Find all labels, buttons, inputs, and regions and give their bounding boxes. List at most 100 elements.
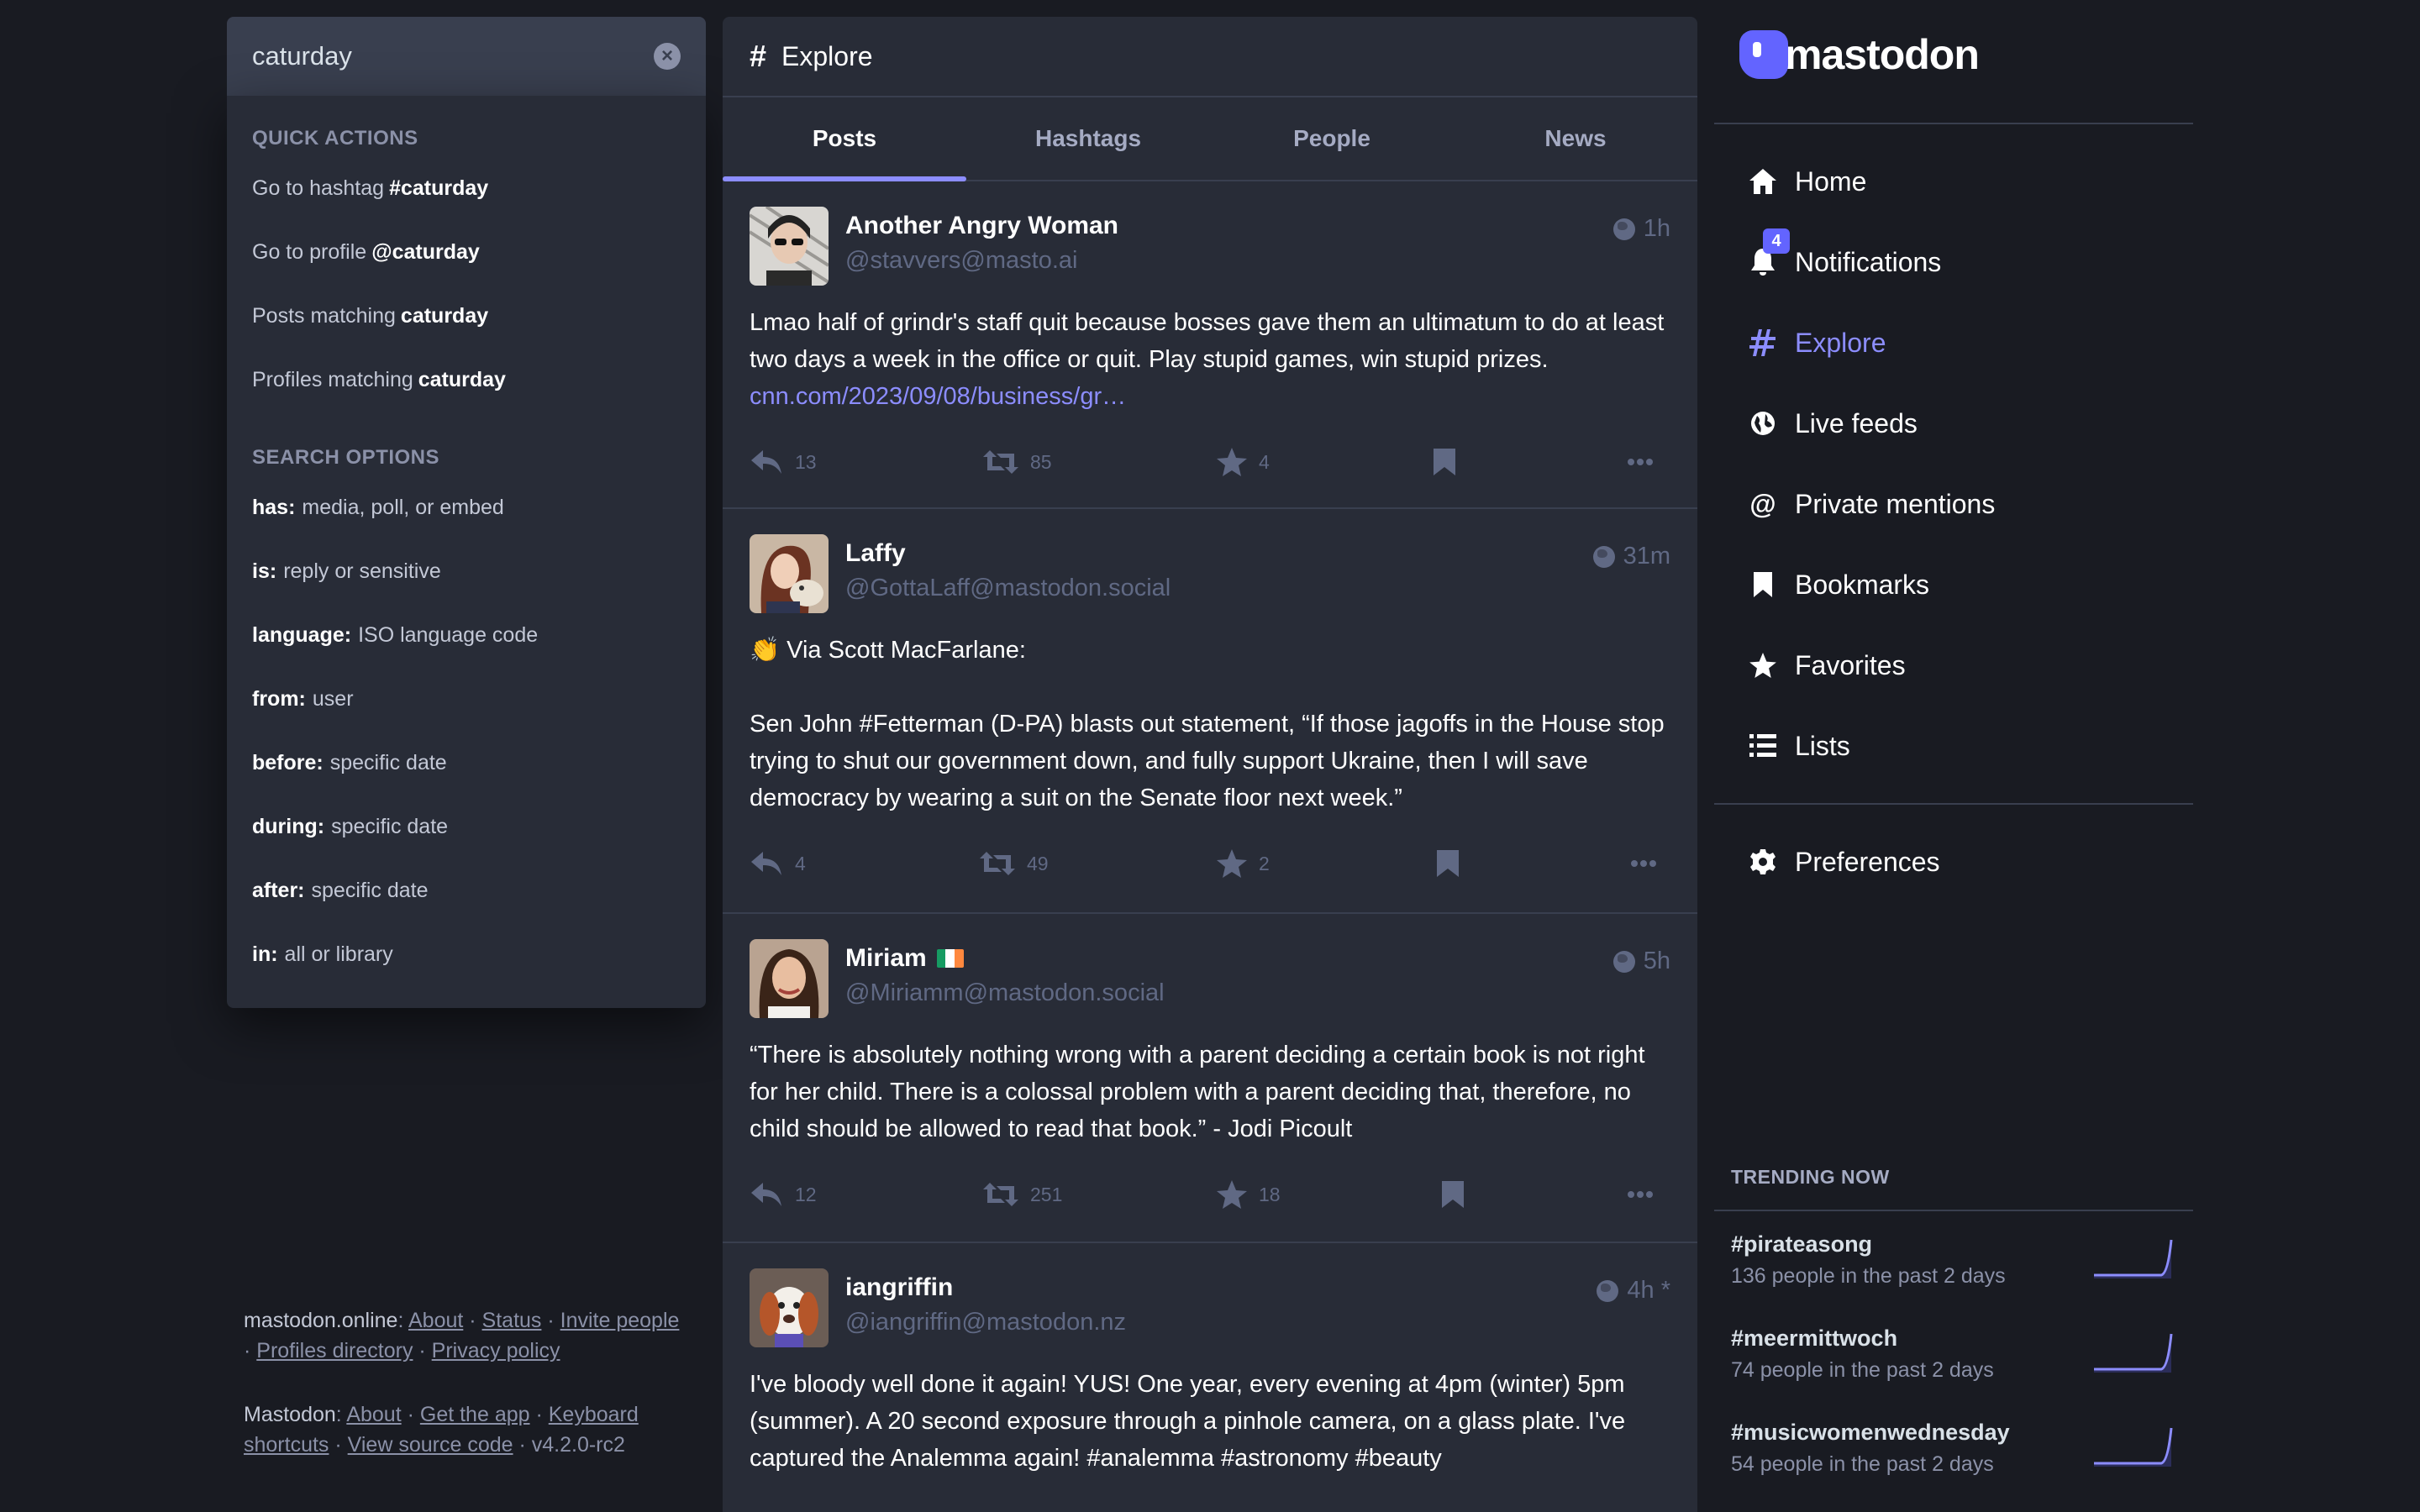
tab-news[interactable]: News bbox=[1454, 97, 1697, 180]
quick-action-term: caturday bbox=[418, 367, 506, 391]
display-name[interactable]: iangriffin bbox=[845, 1273, 1597, 1302]
search-option-is[interactable]: is: reply or sensitive bbox=[227, 539, 706, 603]
quick-action-term: @caturday bbox=[371, 239, 480, 264]
reply-button[interactable]: 12 bbox=[750, 1181, 983, 1208]
status-post[interactable]: Another Angry Woman @stavvers@masto.ai 1… bbox=[723, 181, 1697, 509]
server-name: mastodon.online bbox=[244, 1309, 398, 1332]
notifications-badge: 4 bbox=[1763, 228, 1790, 254]
nav-private-mentions[interactable]: @ Private mentions bbox=[1748, 479, 1995, 529]
more-button[interactable] bbox=[1630, 859, 1657, 868]
status-post[interactable]: Miriam @Miriamm@mastodon.social 5h “Ther… bbox=[723, 914, 1697, 1243]
account-handle[interactable]: @iangriffin@mastodon.nz bbox=[845, 1309, 1597, 1336]
trending-tag[interactable]: #meermittwoch 74 people in the past 2 da… bbox=[1731, 1326, 2193, 1410]
mastodon-logo[interactable]: mastodon bbox=[1739, 30, 1980, 79]
quick-action-profiles[interactable]: Profiles matching caturday bbox=[227, 348, 706, 412]
display-name[interactable]: Another Angry Woman bbox=[845, 212, 1613, 240]
nav-preferences[interactable]: Preferences bbox=[1748, 837, 1940, 887]
profiles-directory-link[interactable]: Profiles directory bbox=[256, 1339, 413, 1362]
nav-live-feeds[interactable]: Live feeds bbox=[1748, 398, 1918, 449]
nav-lists[interactable]: Lists bbox=[1748, 721, 1850, 771]
favorite-button[interactable]: 2 bbox=[1217, 849, 1437, 878]
search-input[interactable] bbox=[252, 41, 654, 71]
boost-button[interactable]: 85 bbox=[983, 449, 1217, 475]
explore-column: # Explore Posts Hashtags People News Ano… bbox=[723, 17, 1697, 1512]
avatar[interactable] bbox=[750, 939, 829, 1018]
more-button[interactable] bbox=[1627, 1190, 1654, 1199]
avatar[interactable] bbox=[750, 207, 829, 286]
mastodon-footer: Mastodon: About · Get the app · Keyboard… bbox=[244, 1403, 639, 1457]
favorite-button[interactable]: 18 bbox=[1217, 1180, 1442, 1209]
timestamp[interactable]: 1h bbox=[1644, 215, 1670, 243]
account-handle[interactable]: @Miriamm@mastodon.social bbox=[845, 979, 1613, 1007]
tab-posts[interactable]: Posts bbox=[723, 97, 966, 181]
nav-favorites[interactable]: Favorites bbox=[1748, 640, 1906, 690]
post-content: Lmao half of grindr's staff quit because… bbox=[750, 309, 1665, 410]
bookmark-button[interactable] bbox=[1437, 850, 1630, 877]
search-option-has[interactable]: has: media, poll, or embed bbox=[227, 475, 706, 539]
bookmark-button[interactable] bbox=[1442, 1181, 1627, 1208]
account-handle[interactable]: @stavvers@masto.ai bbox=[845, 247, 1613, 275]
search-option-language[interactable]: language: ISO language code bbox=[227, 603, 706, 667]
search-option-before[interactable]: before: specific date bbox=[227, 731, 706, 795]
gear-icon bbox=[1750, 849, 1776, 874]
post-actions: 12 251 18 bbox=[750, 1178, 1670, 1211]
trending-sparkline bbox=[2094, 1333, 2173, 1373]
hashtag-link[interactable]: #Fetterman bbox=[860, 711, 984, 738]
version: v4.2.0-rc2 bbox=[531, 1433, 625, 1457]
nav-explore[interactable]: Explore bbox=[1748, 318, 1886, 368]
trending-sparkline bbox=[2094, 1427, 2173, 1467]
bookmark-icon bbox=[1442, 1181, 1464, 1208]
post-content: “There is absolutely nothing wrong with … bbox=[750, 1042, 1645, 1142]
about-mastodon-link[interactable]: About bbox=[346, 1403, 401, 1426]
ellipsis-icon bbox=[1628, 459, 1653, 465]
quick-action-profile[interactable]: Go to profile @caturday bbox=[227, 220, 706, 284]
quick-action-posts[interactable]: Posts matching caturday bbox=[227, 284, 706, 348]
display-name[interactable]: Miriam bbox=[845, 944, 1613, 973]
boost-button[interactable]: 251 bbox=[983, 1181, 1217, 1208]
trending-tag[interactable]: #musicwomenwednesday 54 people in the pa… bbox=[1731, 1420, 2193, 1504]
status-link[interactable]: Status bbox=[482, 1309, 542, 1332]
status-post[interactable]: iangriffin @iangriffin@mastodon.nz 4h * … bbox=[723, 1243, 1697, 1512]
tab-hashtags[interactable]: Hashtags bbox=[966, 97, 1210, 180]
get-app-link[interactable]: Get the app bbox=[420, 1403, 530, 1426]
post-link[interactable]: cnn.com/2023/09/08/business/gr… bbox=[750, 383, 1126, 410]
star-icon bbox=[1217, 448, 1247, 476]
clear-search-icon[interactable]: × bbox=[654, 43, 681, 70]
navigation-panel: mastodon Home Notifications 4 Explore Li… bbox=[1714, 0, 2193, 1512]
search-option-after[interactable]: after: specific date bbox=[227, 858, 706, 922]
more-button[interactable] bbox=[1627, 458, 1654, 466]
quick-action-term: #caturday bbox=[389, 176, 489, 200]
invite-link[interactable]: Invite people bbox=[560, 1309, 680, 1332]
avatar[interactable] bbox=[750, 1268, 829, 1347]
source-code-link[interactable]: View source code bbox=[348, 1433, 513, 1457]
search-option-during[interactable]: during: specific date bbox=[227, 795, 706, 858]
favorite-button[interactable]: 4 bbox=[1217, 448, 1434, 476]
reply-icon bbox=[751, 852, 781, 875]
reply-button[interactable]: 13 bbox=[750, 449, 983, 475]
nav-bookmarks[interactable]: Bookmarks bbox=[1748, 559, 1929, 610]
privacy-link[interactable]: Privacy policy bbox=[432, 1339, 560, 1362]
bookmark-button[interactable] bbox=[1434, 449, 1627, 475]
about-link[interactable]: About bbox=[408, 1309, 463, 1332]
tab-people[interactable]: People bbox=[1210, 97, 1454, 180]
quick-action-hashtag[interactable]: Go to hashtag #caturday bbox=[227, 156, 706, 220]
search-option-in[interactable]: in: all or library bbox=[227, 922, 706, 986]
star-icon bbox=[1217, 849, 1247, 878]
avatar[interactable] bbox=[750, 534, 829, 613]
timestamp[interactable]: 4h * bbox=[1627, 1277, 1670, 1305]
status-post[interactable]: Laffy @GottaLaff@mastodon.social 31m 👏 V… bbox=[723, 509, 1697, 914]
reply-button[interactable]: 4 bbox=[750, 850, 980, 877]
display-name[interactable]: Laffy bbox=[845, 539, 1593, 568]
account-handle[interactable]: @GottaLaff@mastodon.social bbox=[845, 575, 1593, 602]
ireland-flag-icon bbox=[936, 949, 964, 968]
home-icon bbox=[1749, 169, 1776, 194]
star-icon bbox=[1749, 653, 1776, 678]
trending-tag[interactable]: #pirateasong 136 people in the past 2 da… bbox=[1731, 1231, 2193, 1315]
nav-home[interactable]: Home bbox=[1748, 156, 1866, 207]
globe-icon bbox=[1612, 950, 1635, 973]
timestamp[interactable]: 5h bbox=[1644, 948, 1670, 975]
boost-icon bbox=[980, 852, 1015, 875]
boost-button[interactable]: 49 bbox=[980, 850, 1217, 877]
timestamp[interactable]: 31m bbox=[1623, 543, 1670, 570]
search-option-from[interactable]: from: user bbox=[227, 667, 706, 731]
